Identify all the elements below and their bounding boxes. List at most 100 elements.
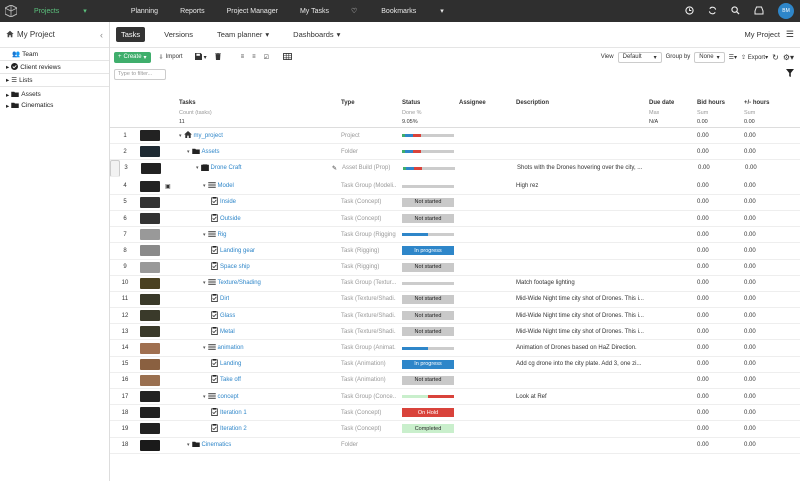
status-badge[interactable]: In progress (402, 359, 454, 369)
thumbnail[interactable] (140, 421, 160, 436)
col-assignee[interactable]: Assignee (459, 98, 486, 108)
col-tasks[interactable]: Tasks (179, 98, 196, 108)
sync-icon[interactable] (708, 6, 717, 17)
nav-project-manager[interactable]: Project Manager (227, 8, 278, 15)
nav-bookmarks[interactable]: ♡ Bookmarks ▾ (351, 7, 466, 16)
save-button[interactable]: ▾ (194, 52, 207, 62)
task-name-link[interactable]: Glass (220, 313, 235, 319)
task-name-link[interactable]: my_project (194, 133, 223, 139)
expand-caret-icon[interactable]: ▾ (187, 149, 190, 155)
task-name-link[interactable]: Dirt (220, 296, 229, 302)
task-name-link[interactable]: Cinematics (202, 442, 232, 448)
table-row[interactable]: 14 ▾ animation Task Group (Animat... Animati… (110, 340, 800, 357)
table-row[interactable]: 2 ▾ Assets Folder 0.00 0.00 (110, 144, 800, 161)
expand-caret-icon[interactable]: ▾ (203, 183, 206, 189)
table-row[interactable]: 17 ▾ concept Task Group (Conce... Look at Re… (110, 389, 800, 406)
status-badge[interactable]: Not started (402, 214, 454, 224)
notes-icon[interactable]: ▣ (165, 179, 171, 194)
table-row[interactable]: 10 ▾ Texture/Shading Task Group (Textur... M… (110, 276, 800, 292)
thumbnail[interactable] (140, 389, 160, 404)
app-logo-icon[interactable] (0, 0, 22, 22)
expand-caret-icon[interactable]: ▾ (203, 280, 206, 286)
status-badge[interactable]: Not started (402, 311, 454, 321)
thumbnail[interactable] (140, 357, 160, 372)
edit-icon[interactable]: ✎ (332, 161, 337, 175)
expand-caret-icon[interactable]: ▾ (179, 133, 182, 139)
sidebar-item-cinematics[interactable]: ▸ Cinematics (0, 100, 109, 111)
thumbnail[interactable] (140, 243, 160, 258)
expand-caret-icon[interactable]: ▾ (203, 394, 206, 400)
thumbnail[interactable] (140, 179, 160, 194)
sidebar-item-assets[interactable]: ▸ Assets (0, 89, 109, 100)
task-name-link[interactable]: animation (218, 345, 244, 351)
col-description[interactable]: Description (516, 98, 549, 108)
status-badge[interactable]: Not started (402, 327, 454, 337)
funnel-icon[interactable] (786, 69, 794, 79)
thumbnail[interactable] (141, 161, 161, 175)
task-button[interactable]: ☑ (264, 54, 269, 61)
col-due-date[interactable]: Due date (649, 98, 674, 108)
table-row[interactable]: 13 Metal Task (Texture/Shadi... Not started… (110, 324, 800, 341)
col-type[interactable]: Type (341, 98, 355, 108)
filter-input[interactable]: Type to filter... (114, 69, 166, 80)
status-badge[interactable]: Completed (402, 424, 454, 434)
thumbnail[interactable] (140, 144, 160, 159)
tab-team-planner[interactable]: Team planner ▾ (212, 27, 274, 42)
col-bid-hours[interactable]: Bid hours (697, 98, 725, 108)
task-name-link[interactable]: Landing (220, 361, 241, 367)
task-name-link[interactable]: Drone Craft (211, 165, 242, 171)
nav-projects[interactable]: Projects ▾ (34, 7, 109, 16)
tab-tasks[interactable]: Tasks (116, 27, 146, 42)
thumbnail[interactable] (140, 438, 160, 453)
gear-icon[interactable]: ⚙▾ (783, 53, 794, 62)
table-row[interactable]: 18 ▾ Cinematics Folder 0.00 0.00 (110, 438, 800, 454)
thumbnail[interactable] (140, 373, 160, 388)
thumbnail[interactable] (140, 276, 160, 291)
table-row[interactable]: 16 Take off Task (Animation) Not started 0.0… (110, 373, 800, 389)
nav-reports[interactable]: Reports (180, 8, 205, 15)
task-name-link[interactable]: Take off (220, 377, 241, 383)
status-badge[interactable]: In progress (402, 246, 454, 256)
task-name-link[interactable]: Texture/Shading (218, 280, 261, 286)
task-name-link[interactable]: Rig (218, 232, 227, 238)
thumbnail[interactable] (140, 308, 160, 323)
task-name-link[interactable]: Inside (220, 199, 236, 205)
view-select[interactable]: Default ▾ (617, 51, 662, 63)
export-button[interactable]: ⇪ Export▾ (741, 54, 768, 61)
grid-view-button[interactable] (283, 52, 292, 62)
thumbnail[interactable] (140, 227, 160, 242)
avatar[interactable]: BM (778, 3, 794, 19)
sidebar-item-team[interactable]: 👥 Team (0, 48, 109, 61)
thumbnail[interactable] (140, 128, 160, 143)
thumbnail[interactable] (140, 324, 160, 339)
column-settings-button[interactable]: ☰▾ (729, 54, 737, 61)
task-name-link[interactable]: Metal (220, 329, 235, 335)
table-row[interactable]: 3 ▾ Drone Craft ✎ Asset Build (Prop) Shots wi… (110, 160, 757, 177)
table-row[interactable]: 9 Space ship Task (Rigging) Not started 0.00… (110, 260, 800, 276)
search-icon[interactable] (731, 5, 740, 17)
thumbnail[interactable] (140, 292, 160, 307)
task-name-link[interactable]: Landing gear (220, 248, 255, 254)
table-row[interactable]: 1 ▾ my_project Project 0.00 0.00 (110, 128, 800, 145)
status-badge[interactable]: Not started (402, 262, 454, 272)
project-selector[interactable]: My Project (744, 30, 779, 39)
col-plusminus-hours[interactable]: +/- hours (744, 98, 770, 108)
delete-button[interactable] (214, 52, 221, 62)
indent-button[interactable]: ≡ (241, 54, 245, 60)
expand-caret-icon[interactable]: ▾ (203, 232, 206, 238)
task-name-link[interactable]: Space ship (220, 264, 250, 270)
thumbnail[interactable] (140, 260, 160, 275)
expand-caret-icon[interactable]: ▾ (196, 165, 199, 171)
status-badge[interactable]: Not started (402, 294, 454, 304)
tab-versions[interactable]: Versions (159, 27, 198, 42)
col-status[interactable]: Status (402, 98, 420, 108)
table-row[interactable]: 19 Iteration 2 Task (Concept) Completed 0.00… (110, 421, 800, 438)
status-badge[interactable]: Not started (402, 375, 454, 385)
table-row[interactable]: 6 Outside Task (Concept) Not started 0.00 0.0… (110, 211, 800, 228)
table-row[interactable]: 4 ▣ ▾ Model Task Group (Modeli... High rez 0.0… (110, 179, 800, 195)
task-name-link[interactable]: Outside (220, 216, 241, 222)
collapse-sidebar-icon[interactable]: ‹ (100, 30, 103, 40)
table-row[interactable]: 15 Landing Task (Animation) In progress Add … (110, 357, 800, 373)
table-row[interactable]: 12 Glass Task (Texture/Shadi... Not started… (110, 308, 800, 325)
nav-planning[interactable]: Planning (131, 8, 158, 15)
